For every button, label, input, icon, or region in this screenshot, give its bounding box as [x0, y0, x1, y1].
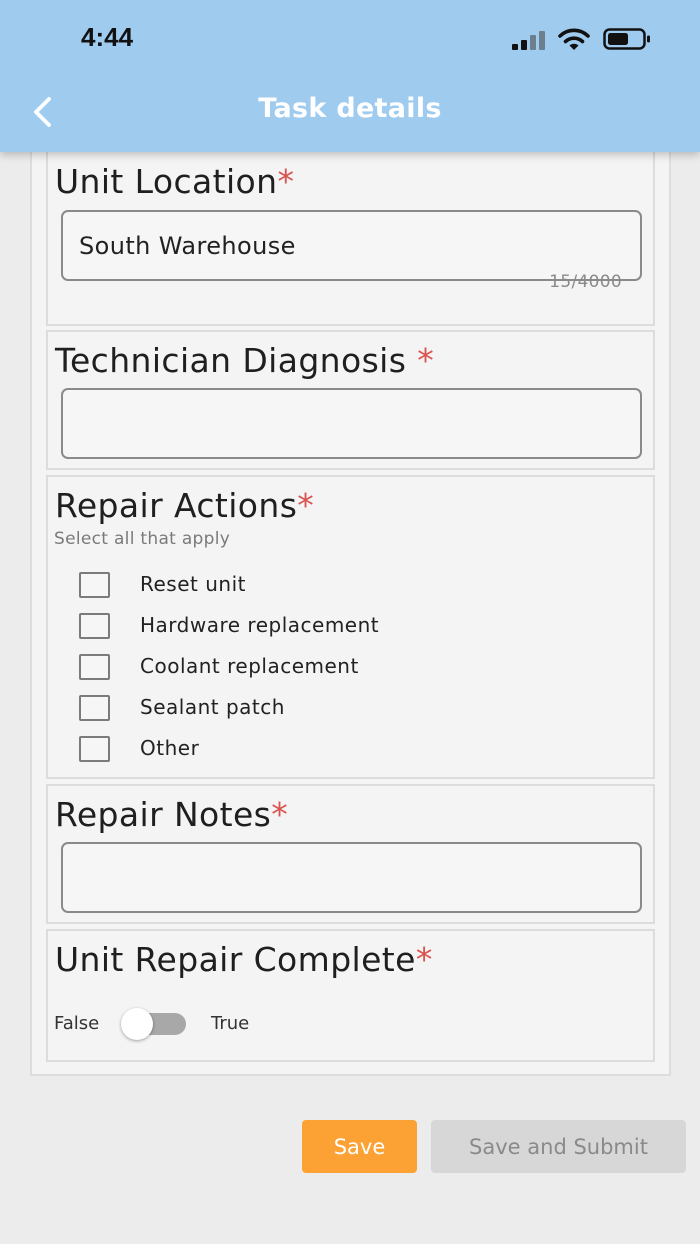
- technician-diagnosis-label: Technician Diagnosis *: [55, 341, 435, 380]
- technician-diagnosis-input[interactable]: [61, 388, 642, 459]
- unit-location-label: Unit Location*: [55, 162, 295, 201]
- toggle-knob[interactable]: [121, 1008, 153, 1040]
- checkbox-label: Other: [140, 736, 200, 760]
- checkbox[interactable]: [79, 695, 110, 721]
- signal-icon: [512, 30, 548, 50]
- repair-complete-toggle[interactable]: [121, 1008, 186, 1040]
- unit-location-section: Unit Location* 15/4000: [46, 130, 655, 326]
- checkbox-other[interactable]: Other: [79, 734, 199, 764]
- repair-notes-section: Repair Notes*: [46, 784, 655, 924]
- toggle-true-label: True: [211, 1013, 250, 1034]
- checkbox-sealant-patch[interactable]: Sealant patch: [79, 693, 284, 723]
- app-header: 4:44 Task details: [0, 0, 700, 152]
- checkbox[interactable]: [79, 613, 110, 639]
- repair-actions-label: Repair Actions*: [55, 486, 315, 525]
- save-and-submit-button[interactable]: Save and Submit: [431, 1120, 686, 1173]
- unit-repair-complete-label: Unit Repair Complete*: [55, 940, 433, 979]
- checkbox-label: Coolant replacement: [140, 654, 359, 678]
- page-title: Task details: [258, 93, 442, 124]
- checkbox-label: Hardware replacement: [140, 613, 380, 637]
- checkbox[interactable]: [79, 654, 110, 680]
- save-button[interactable]: Save: [302, 1120, 417, 1173]
- unit-repair-complete-section: Unit Repair Complete* False True: [46, 929, 655, 1062]
- checkbox-reset-unit[interactable]: Reset unit: [79, 570, 245, 600]
- wifi-icon: [558, 28, 590, 50]
- required-marker: *: [271, 795, 289, 834]
- required-marker: *: [277, 162, 295, 201]
- character-counter: 15/4000: [549, 272, 622, 292]
- battery-icon: [603, 28, 650, 50]
- repair-complete-toggle-row: False True: [54, 1007, 354, 1041]
- checkbox[interactable]: [79, 736, 110, 762]
- repair-actions-section: Repair Actions* Select all that apply Re…: [46, 475, 655, 779]
- repair-notes-label: Repair Notes*: [55, 795, 289, 834]
- required-marker: *: [297, 486, 315, 525]
- toggle-false-label: False: [54, 1013, 100, 1034]
- checkbox-label: Sealant patch: [140, 695, 285, 719]
- checkbox-coolant-replacement[interactable]: Coolant replacement: [79, 652, 358, 682]
- checkbox-label: Reset unit: [140, 572, 246, 596]
- status-time: 4:44: [81, 22, 134, 52]
- checkbox-hardware-replacement[interactable]: Hardware replacement: [79, 611, 379, 641]
- repair-actions-hint: Select all that apply: [54, 529, 231, 549]
- checkbox[interactable]: [79, 572, 110, 598]
- required-marker: *: [415, 940, 433, 979]
- unit-location-input[interactable]: [61, 210, 642, 281]
- technician-diagnosis-section: Technician Diagnosis *: [46, 330, 655, 470]
- repair-notes-input[interactable]: [61, 842, 642, 913]
- required-marker: *: [417, 341, 435, 380]
